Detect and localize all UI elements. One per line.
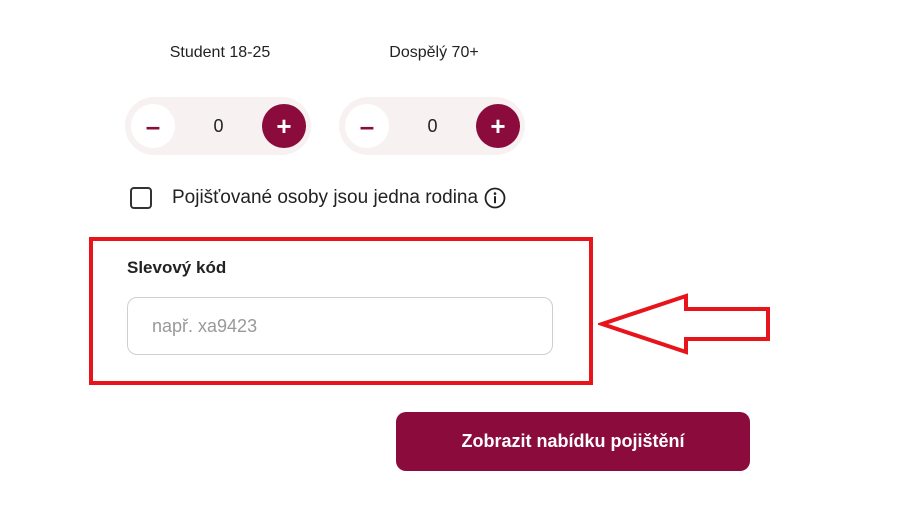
family-checkbox[interactable]	[130, 187, 152, 209]
increment-button[interactable]: +	[262, 104, 306, 148]
discount-code-input[interactable]	[127, 297, 553, 355]
show-insurance-offer-button[interactable]: Zobrazit nabídku pojištění	[396, 412, 750, 471]
stepper-label-senior: Dospělý 70+	[389, 44, 479, 61]
stepper-value: 0	[427, 116, 438, 136]
stepper-value: 0	[213, 116, 224, 136]
family-checkbox-label[interactable]: Pojišťované osoby jsou jedna rodina	[172, 187, 478, 209]
stepper-label-student: Student 18-25	[169, 44, 271, 61]
decrement-button[interactable]: –	[131, 104, 175, 148]
quantity-stepper-senior: – 0 +	[339, 97, 525, 155]
discount-code-label: Slevový kód	[127, 258, 227, 277]
quantity-stepper-student: – 0 +	[125, 97, 311, 155]
decrement-button[interactable]: –	[345, 104, 389, 148]
increment-button[interactable]: +	[476, 104, 520, 148]
family-option-row: Pojišťované osoby jsou jedna rodina	[130, 183, 506, 213]
arrow-left-icon	[598, 293, 770, 355]
info-circle-icon[interactable]	[484, 187, 506, 209]
